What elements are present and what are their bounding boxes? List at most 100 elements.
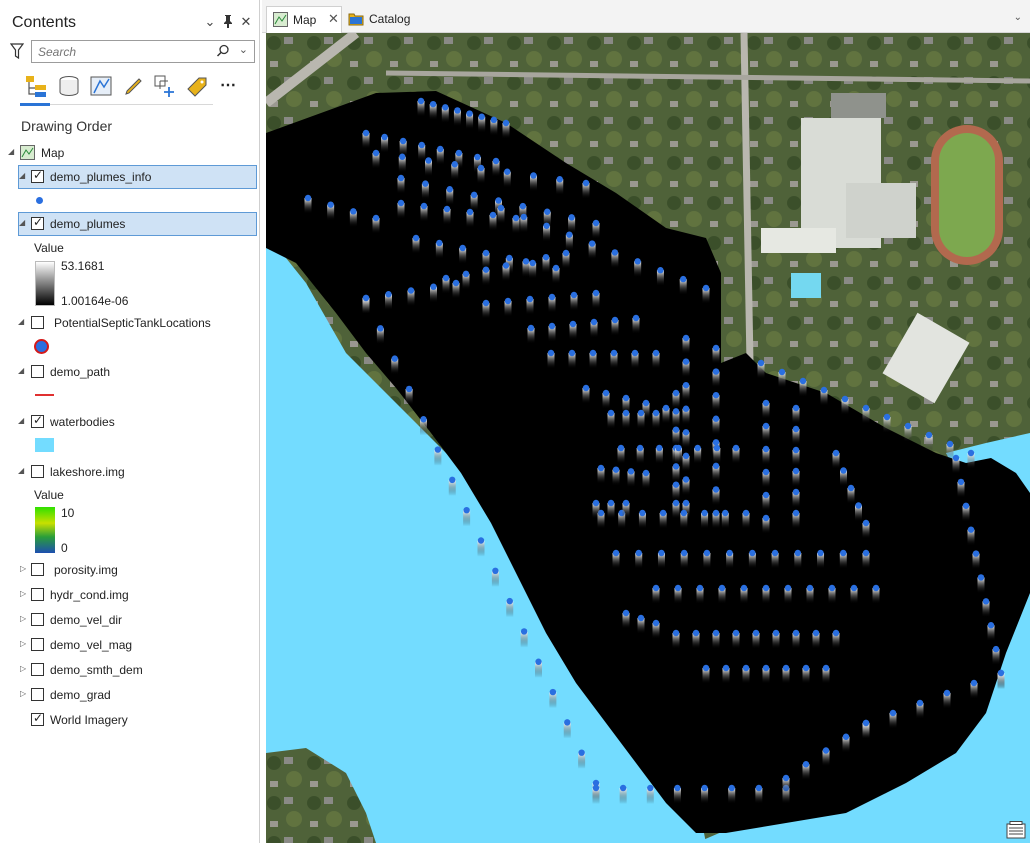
map-tool-icon[interactable] — [1006, 821, 1026, 839]
plume-point[interactable] — [466, 208, 474, 216]
plume-point[interactable] — [722, 509, 729, 517]
plume-point[interactable] — [672, 463, 680, 470]
plume-point[interactable] — [840, 467, 847, 474]
plume-point[interactable] — [806, 584, 814, 592]
plume-point[interactable] — [520, 628, 528, 635]
grayscale-color-ramp[interactable] — [35, 261, 55, 306]
plume-point[interactable] — [820, 386, 828, 394]
plume-point[interactable] — [622, 394, 630, 402]
search-icon[interactable] — [216, 44, 230, 58]
plume-point[interactable] — [612, 466, 620, 473]
layer-visibility-checkbox[interactable] — [31, 688, 44, 701]
plume-point[interactable] — [967, 526, 975, 533]
plume-point[interactable] — [570, 291, 578, 299]
plume-point[interactable] — [377, 325, 384, 332]
plume-point[interactable] — [562, 249, 570, 257]
plume-point[interactable] — [490, 116, 498, 124]
layer-potential-septic-tank-locations[interactable]: ◢ PotentialSepticTankLocations — [0, 312, 258, 334]
plume-point[interactable] — [742, 509, 750, 517]
plume-point[interactable] — [568, 349, 576, 357]
layer-demo-vel-dir[interactable]: ▷ demo_vel_dir — [0, 609, 258, 631]
layer-visibility-checkbox[interactable]: ✓ — [31, 168, 44, 183]
plume-point[interactable] — [425, 157, 432, 164]
tab-catalog[interactable]: Catalog — [346, 6, 436, 33]
plume-point[interactable] — [784, 584, 792, 592]
plume-point[interactable] — [962, 502, 970, 509]
plume-point[interactable] — [855, 502, 862, 509]
plume-point[interactable] — [442, 104, 449, 111]
plume-point[interactable] — [792, 404, 800, 412]
plume-point[interactable] — [762, 468, 770, 476]
plume-point[interactable] — [642, 469, 650, 477]
plume-point[interactable] — [504, 297, 512, 305]
collapse-icon[interactable]: ◢ — [18, 318, 26, 326]
plume-point[interactable] — [822, 664, 830, 672]
plume-point[interactable] — [407, 287, 415, 294]
plume-point[interactable] — [722, 664, 730, 672]
expand-icon[interactable]: ▷ — [20, 565, 28, 573]
layer-porosity-img[interactable]: ▷ porosity.img — [0, 559, 258, 581]
layer-visibility-checkbox[interactable] — [31, 638, 44, 651]
expand-icon[interactable]: ▷ — [20, 590, 28, 598]
plume-point[interactable] — [446, 186, 453, 193]
plume-point[interactable] — [611, 316, 619, 324]
plume-point[interactable] — [547, 349, 555, 357]
plume-point[interactable] — [692, 629, 700, 637]
layer-visibility-checkbox[interactable] — [31, 316, 44, 329]
plume-point[interactable] — [862, 404, 870, 412]
plume-point[interactable] — [652, 584, 660, 592]
plume-point[interactable] — [602, 389, 610, 397]
plume-point[interactable] — [802, 664, 810, 672]
layer-visibility-checkbox[interactable] — [31, 613, 44, 626]
plume-point[interactable] — [749, 549, 756, 557]
close-icon[interactable]: ✕ — [238, 14, 254, 30]
elevation-color-ramp[interactable] — [35, 507, 55, 553]
plume-point[interactable] — [652, 349, 660, 357]
plume-point[interactable] — [617, 444, 625, 452]
plume-point[interactable] — [712, 368, 720, 375]
polygon-symbol[interactable] — [35, 438, 54, 452]
list-by-drawing-order-icon[interactable] — [24, 73, 50, 99]
plume-point[interactable] — [564, 719, 571, 726]
layer-hydr-cond-img[interactable]: ▷ hydr_cond.img — [0, 584, 258, 606]
plume-point[interactable] — [828, 584, 836, 592]
plume-point[interactable] — [592, 219, 600, 227]
plume-point[interactable] — [634, 258, 641, 265]
plume-point[interactable] — [474, 153, 481, 161]
plume-point[interactable] — [847, 484, 855, 492]
plume-point[interactable] — [504, 168, 511, 175]
plume-point[interactable] — [647, 784, 654, 792]
plume-point[interactable] — [622, 499, 630, 507]
line-symbol[interactable] — [35, 394, 54, 396]
plume-point[interactable] — [883, 413, 891, 421]
plume-point[interactable] — [832, 449, 840, 457]
plume-point[interactable] — [674, 584, 682, 592]
plume-point[interactable] — [455, 149, 463, 157]
plume-point[interactable] — [904, 422, 912, 430]
plume-point[interactable] — [680, 275, 687, 283]
filter-icon[interactable] — [9, 42, 25, 60]
plume-point[interactable] — [556, 176, 563, 183]
plume-point[interactable] — [592, 499, 600, 507]
plume-point[interactable] — [637, 409, 645, 417]
plume-point[interactable] — [771, 549, 779, 557]
plume-point[interactable] — [755, 784, 763, 792]
plume-point[interactable] — [967, 449, 975, 457]
plume-point[interactable] — [405, 385, 413, 393]
plume-point[interactable] — [635, 549, 642, 557]
plume-point[interactable] — [327, 201, 334, 208]
search-input[interactable] — [32, 41, 202, 62]
plume-point[interactable] — [451, 161, 458, 168]
plume-point[interactable] — [658, 549, 665, 557]
plume-point[interactable] — [762, 491, 770, 499]
plume-point[interactable] — [982, 598, 990, 605]
plume-point[interactable] — [702, 664, 710, 672]
search-box[interactable]: ⌄ — [31, 40, 255, 63]
plume-point[interactable] — [832, 629, 840, 637]
plume-point[interactable] — [434, 446, 442, 453]
plume-point[interactable] — [718, 584, 726, 592]
point-symbol[interactable] — [34, 339, 49, 354]
plume-point[interactable] — [657, 267, 664, 274]
plume-point[interactable] — [728, 784, 735, 792]
plume-point[interactable] — [399, 153, 406, 160]
